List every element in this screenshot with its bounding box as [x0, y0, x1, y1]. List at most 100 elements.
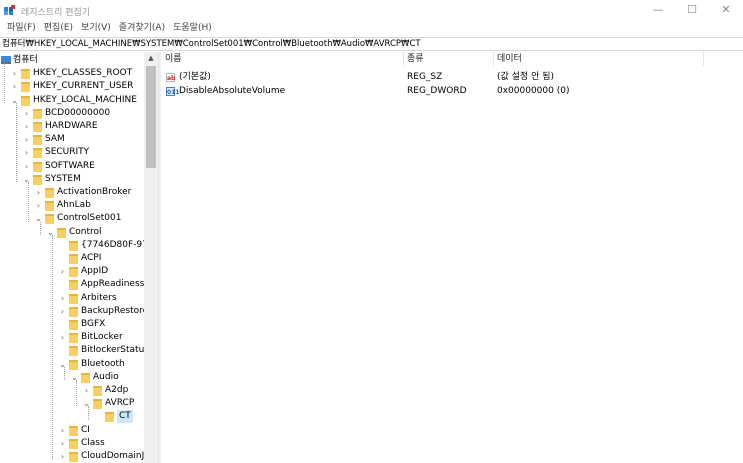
- expand-chevron-icon[interactable]: ›: [34, 199, 43, 212]
- window-title: 레지스트리 편집기: [21, 8, 91, 18]
- expand-chevron-icon[interactable]: ›: [58, 437, 67, 450]
- tree-item-label: AVRCP: [105, 398, 135, 409]
- value-row[interactable]: 011 DisableAbsoluteVolume REG_DWORD 0x00…: [162, 85, 743, 98]
- tree-item-7746d80f-97e0[interactable]: {7746D80F-97E0-: [0, 239, 158, 252]
- expand-chevron-icon[interactable]: ›: [22, 107, 31, 120]
- tree-guide-line: [16, 102, 17, 182]
- tree-item-software[interactable]: › SOFTWARE: [0, 160, 144, 173]
- expand-chevron-icon[interactable]: ›: [58, 292, 67, 305]
- tree-item-label: SECURITY: [45, 147, 90, 158]
- expand-chevron-icon[interactable]: ›: [58, 424, 67, 437]
- expand-chevron-icon[interactable]: ›: [22, 133, 31, 146]
- tree-item-class[interactable]: › Class: [0, 437, 144, 450]
- tree-item-bgfx[interactable]: BGFX: [0, 318, 144, 331]
- tree-item-appreadiness[interactable]: AppReadiness: [0, 278, 144, 291]
- close-button[interactable]: ✕: [709, 0, 743, 20]
- maximize-button[interactable]: ☐: [675, 0, 709, 20]
- menu-favorites[interactable]: 즐겨찾기(A): [115, 20, 169, 36]
- tree-item-security[interactable]: › SECURITY: [0, 146, 144, 159]
- folder-icon: [69, 425, 78, 436]
- tree-item-ci[interactable]: › CI: [0, 424, 144, 437]
- expand-chevron-icon[interactable]: ›: [58, 450, 67, 463]
- collapse-chevron-icon[interactable]: ⌄: [34, 212, 43, 225]
- tree-item-hkey-current-user[interactable]: › HKEY_CURRENT_USER: [0, 80, 144, 93]
- menu-view[interactable]: 보기(V): [77, 20, 115, 36]
- tree-item-컴퓨터[interactable]: 컴퓨터: [0, 54, 144, 67]
- expand-chevron-icon[interactable]: ›: [10, 67, 19, 80]
- tree-item-bluetooth[interactable]: ⌄ Bluetooth: [0, 358, 144, 371]
- tree-item-controlset001[interactable]: ⌄ ControlSet001: [0, 212, 144, 225]
- tree-item-bitlocker[interactable]: › BitLocker: [0, 331, 144, 344]
- folder-icon: [45, 188, 54, 198]
- folder-icon: [69, 306, 78, 317]
- folder-icon: [69, 359, 78, 370]
- value-name: (기본값): [179, 72, 211, 82]
- column-header-name[interactable]: 이름: [162, 52, 404, 66]
- tree-item-hardware[interactable]: › HARDWARE: [0, 120, 144, 133]
- collapse-chevron-icon[interactable]: ⌄: [10, 94, 19, 107]
- tree-item-a2dp[interactable]: › A2dp: [0, 384, 144, 397]
- address-path[interactable]: 컴퓨터₩HKEY_LOCAL_MACHINE₩SYSTEM₩ControlSet…: [2, 39, 421, 50]
- collapse-chevron-icon[interactable]: ⌄: [22, 173, 31, 186]
- column-header-data[interactable]: 데이터: [494, 52, 704, 66]
- menu-file[interactable]: 파일(F): [3, 20, 40, 36]
- tree-item-label: BackupRestore: [81, 305, 149, 316]
- scroll-thumb[interactable]: [146, 66, 156, 168]
- folder-icon: [33, 174, 42, 185]
- address-bar[interactable]: 컴퓨터₩HKEY_LOCAL_MACHINE₩SYSTEM₩ControlSet…: [0, 37, 743, 51]
- collapse-chevron-icon[interactable]: ⌄: [46, 226, 55, 239]
- tree-item-arbiters[interactable]: › Arbiters: [0, 292, 144, 305]
- expand-chevron-icon[interactable]: ›: [58, 305, 67, 318]
- tree-item-system[interactable]: ⌄ SYSTEM: [0, 173, 144, 186]
- tree-item-activationbroker[interactable]: › ActivationBroker: [0, 186, 144, 199]
- tree-item-label: ActivationBroker: [57, 187, 132, 197]
- minimize-button[interactable]: —: [641, 0, 675, 20]
- tree-item-label: AppReadiness: [81, 279, 145, 290]
- pane-splitter[interactable]: [158, 52, 161, 463]
- tree-item-acpi[interactable]: ACPI: [0, 252, 144, 265]
- tree-item-bcd00000000[interactable]: › BCD00000000: [0, 107, 144, 120]
- tree-item-control[interactable]: ⌄ Control: [0, 226, 144, 239]
- folder-icon: [33, 122, 42, 132]
- tree-item-avrcp[interactable]: ⌄ AVRCP: [0, 397, 144, 410]
- tree-item-bitlockerstatus[interactable]: BitlockerStatus: [0, 344, 149, 357]
- collapse-chevron-icon[interactable]: ⌄: [70, 371, 79, 384]
- expand-chevron-icon[interactable]: ›: [10, 80, 19, 93]
- expand-chevron-icon[interactable]: ›: [22, 146, 31, 159]
- computer-icon: [1, 56, 11, 64]
- menu-help[interactable]: 도움말(H): [169, 20, 216, 36]
- tree-item-label: CI: [81, 424, 90, 435]
- expand-chevron-icon[interactable]: ›: [34, 186, 43, 199]
- expand-chevron-icon[interactable]: ›: [22, 160, 31, 173]
- folder-icon: [21, 69, 30, 80]
- folder-icon: [69, 280, 78, 291]
- value-type: REG_SZ: [407, 72, 443, 82]
- tree-scrollbar[interactable]: ▲: [144, 52, 158, 463]
- tree-item-appid[interactable]: › AppID: [0, 265, 144, 278]
- folder-icon: [93, 386, 102, 396]
- expand-chevron-icon[interactable]: ›: [58, 265, 67, 278]
- tree-item-hkey-local-machine[interactable]: ⌄ HKEY_LOCAL_MACHINE: [0, 94, 144, 107]
- tree-item-audio[interactable]: ⌄ Audio: [0, 371, 144, 384]
- tree-item-label: BCD00000000: [45, 107, 111, 118]
- folder-icon: [45, 214, 54, 225]
- tree-item-hkey-classes-root[interactable]: › HKEY_CLASSES_ROOT: [0, 67, 144, 80]
- expand-chevron-icon[interactable]: ›: [58, 331, 67, 344]
- scroll-up-arrow[interactable]: ▲: [144, 52, 158, 64]
- binary-value-icon: 011: [166, 87, 180, 96]
- tree-item-ahnlab[interactable]: › AhnLab: [0, 199, 144, 212]
- column-header-type[interactable]: 종류: [404, 52, 494, 66]
- tree-item-clouddomainjoin[interactable]: › CloudDomainJoin: [0, 450, 158, 463]
- tree-item-ct[interactable]: CT: [0, 410, 144, 424]
- expand-chevron-icon[interactable]: ›: [82, 384, 91, 397]
- collapse-chevron-icon[interactable]: ⌄: [82, 397, 91, 410]
- tree-item-label: Class: [81, 437, 105, 448]
- menu-edit[interactable]: 편집(E): [40, 20, 77, 36]
- tree-guide-line: [64, 366, 65, 380]
- collapse-chevron-icon[interactable]: ⌄: [58, 358, 67, 371]
- value-row[interactable]: ab (기본값) REG_SZ (값 설정 안 됨): [162, 71, 743, 84]
- expand-chevron-icon[interactable]: ›: [22, 120, 31, 133]
- folder-icon: [69, 293, 78, 304]
- tree-item-sam[interactable]: › SAM: [0, 133, 144, 146]
- tree-item-backuprestore[interactable]: › BackupRestore: [0, 305, 148, 318]
